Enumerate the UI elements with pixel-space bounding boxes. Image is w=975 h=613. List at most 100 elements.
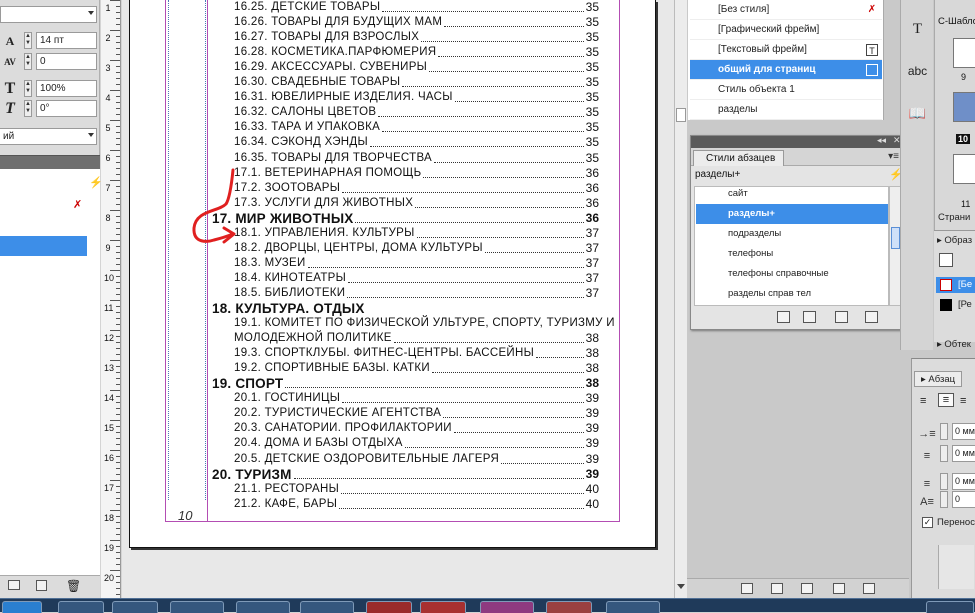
taskbar-app-button[interactable] <box>300 601 354 613</box>
character-styles-icon[interactable]: T <box>905 14 930 44</box>
list-item[interactable] <box>0 236 87 256</box>
toc-entry[interactable]: 20.5. ДЕТСКИЕ ОЗДОРОВИТЕЛЬНЫЕ ЛАГЕРЯ 39 <box>234 452 599 467</box>
language-select[interactable]: ий <box>0 128 97 145</box>
new-style-icon[interactable] <box>36 580 47 591</box>
toc-entry[interactable]: 16.34. СЭКОНД ХЭНДЫ 35 <box>234 135 599 150</box>
clear-overrides-icon[interactable] <box>771 583 783 594</box>
list-item[interactable]: телефоны <box>696 244 888 264</box>
toc-entry[interactable]: 20.2. ТУРИСТИЧЕСКИЕ АГЕНТСТВА 39 <box>234 406 599 421</box>
trash-icon[interactable] <box>865 311 878 323</box>
toc-entry[interactable]: 16.27. ТОВАРЫ ДЛЯ ВЗРОСЛЫХ 35 <box>234 30 599 45</box>
toc-entry[interactable]: 16.30. СВАДЕБНЫЕ ТОВАРЫ 35 <box>234 75 599 90</box>
start-button[interactable] <box>2 601 42 613</box>
list-item[interactable]: [Без стиля] ✗ <box>690 0 882 20</box>
tracking-field[interactable]: 0 <box>36 53 97 70</box>
toc-entry[interactable]: 17.3. УСЛУГИ ДЛЯ ЖИВОТНЫХ 36 <box>234 196 599 211</box>
taskbar-app-button[interactable] <box>480 601 534 613</box>
scroll-down-arrow-icon[interactable] <box>677 584 685 589</box>
left-indent-stepper[interactable] <box>940 423 948 440</box>
toc-entry[interactable]: 19.3. СПОРТКЛУБЫ. ФИТНЕС-ЦЕНТРЫ. БАССЕЙН… <box>234 346 599 361</box>
toc-entry[interactable]: 16.25. ДЕТСКИЕ ТОВАРЫ 35 <box>234 0 599 15</box>
folder-icon[interactable] <box>777 311 790 323</box>
list-item[interactable]: телефоны справочные <box>696 264 888 284</box>
skew-stepper[interactable]: ▲ ▼ <box>24 100 32 117</box>
clear-attributes-icon[interactable] <box>801 583 813 594</box>
folder-icon[interactable] <box>741 583 753 594</box>
text-wrap-title[interactable]: ▸ Обтек <box>937 339 971 350</box>
toc-entry[interactable]: МОЛОДЕЖНОЙ ПОЛИТИКЕ 38 <box>234 331 599 346</box>
page-thumbnail[interactable] <box>953 154 975 184</box>
toc-entry[interactable]: 16.28. КОСМЕТИКА.ПАРФЮМЕРИЯ 35 <box>234 45 599 60</box>
taskbar-app-button[interactable] <box>606 601 660 613</box>
new-style-icon[interactable] <box>835 311 848 323</box>
taskbar-app-button[interactable] <box>236 601 290 613</box>
collapse-icon[interactable]: ◂◂ <box>877 135 886 146</box>
leading-field[interactable]: 14 пт <box>36 32 97 49</box>
taskbar-app-button[interactable] <box>112 601 158 613</box>
spelling-icon[interactable]: abc <box>905 56 930 86</box>
toc-entry[interactable]: 20.3. САНАТОРИИ. ПРОФИЛАКТОРИИ 39 <box>234 421 599 436</box>
scrollbar-thumb[interactable] <box>891 227 900 249</box>
toc-entry[interactable]: 16.26. ТОВАРЫ ДЛЯ БУДУЩИХ МАМ 35 <box>234 15 599 30</box>
trash-icon[interactable] <box>863 583 875 594</box>
list-item[interactable]: разделы+ <box>696 204 888 224</box>
document-vertical-scrollbar[interactable] <box>674 0 687 598</box>
tracking-stepper[interactable]: ▲ ▼ <box>24 53 32 70</box>
toc-entry[interactable]: 20.1. ГОСТИНИЦЫ 39 <box>234 391 599 406</box>
toc-entry[interactable]: 16.31. ЮВЕЛИРНЫЕ ИЗДЕЛИЯ. ЧАСЫ 35 <box>234 90 599 105</box>
toc-entry[interactable]: 16.29. АКСЕССУАРЫ. СУВЕНИРЫ 35 <box>234 60 599 75</box>
align-left-icon[interactable]: ≡ <box>920 395 926 407</box>
page-thumbnail[interactable] <box>953 92 975 122</box>
toc-entry[interactable]: 21.1. РЕСТОРАНЫ 40 <box>234 482 599 497</box>
toc-entry[interactable]: 18.3. МУЗЕИ 37 <box>234 256 599 271</box>
panel-titlebar[interactable]: ◂◂ ✕ <box>691 135 903 148</box>
list-item[interactable]: общий для страниц <box>690 60 882 80</box>
folder-icon[interactable] <box>8 580 20 590</box>
tab-paragraph-styles[interactable]: Стили абзацев <box>693 150 785 166</box>
pages-panel-button[interactable]: Страни <box>938 212 970 223</box>
taskbar-app-button[interactable] <box>420 601 466 613</box>
toc-heading[interactable]: 17. МИР ЖИВОТНЫХ 36 <box>212 211 599 226</box>
toc-heading[interactable]: 18. КУЛЬТУРА. ОТДЫХ <box>212 301 599 316</box>
toc-entry[interactable]: 16.35. ТОВАРЫ ДЛЯ ТВОРЧЕСТВА 35 <box>234 151 599 166</box>
vertical-scale-field[interactable]: 100% <box>36 80 97 97</box>
toc-heading[interactable]: 20. ТУРИЗМ 39 <box>212 467 599 482</box>
panel-menu-icon[interactable]: ▾≡ <box>888 151 899 162</box>
toc-heading[interactable]: 19. СПОРТ 38 <box>212 376 599 391</box>
list-item[interactable]: [Графический фрейм] <box>690 20 882 40</box>
toc-entry[interactable]: 16.33. ТАРА И УПАКОВКА 35 <box>234 120 599 135</box>
list-item[interactable]: разделы <box>690 100 882 120</box>
list-item[interactable]: ✗ <box>0 195 87 215</box>
library-icon[interactable]: 📖 <box>905 100 930 130</box>
align-center-icon[interactable]: ≡ <box>938 393 954 407</box>
list-item[interactable]: [Текстовый фрейм] T <box>690 40 882 60</box>
list-item[interactable]: [Ре <box>936 297 975 313</box>
list-item[interactable]: сайт <box>696 187 888 204</box>
clear-overrides-icon[interactable] <box>803 311 816 323</box>
leading-stepper[interactable]: ▲ ▼ <box>24 32 32 49</box>
toc-entry[interactable]: 18.1. УПРАВЛЕНИЯ. КУЛЬТУРЫ 37 <box>234 226 599 241</box>
scrollbar-thumb[interactable] <box>676 108 686 122</box>
system-tray[interactable] <box>926 601 974 613</box>
paragraph-panel-tab[interactable]: ▸ Абзац <box>914 371 963 387</box>
new-style-icon[interactable] <box>833 583 845 594</box>
toc-entry[interactable]: 17.1. ВЕТЕРИНАРНАЯ ПОМОЩЬ 36 <box>234 166 599 181</box>
taskbar-app-button[interactable] <box>366 601 412 613</box>
drop-cap-stepper[interactable] <box>940 491 948 508</box>
clear-overrides-icon[interactable]: ✗ <box>73 198 82 211</box>
toc-entry[interactable]: 19.1. КОМИТЕТ ПО ФИЗИЧЕСКОЙ УЛЬТУРЕ, СПО… <box>234 316 615 331</box>
vertical-ruler[interactable]: 1 2 3 4 5 6 7 8 9 10 11 12 13 14 15 16 17 18 19 20 <box>101 0 121 598</box>
space-before-field[interactable]: 0 мм <box>952 473 975 490</box>
toc-entry[interactable]: 16.32. САЛОНЫ ЦВЕТОВ 35 <box>234 105 599 120</box>
trash-icon[interactable]: 🗑 <box>66 579 81 593</box>
list-item[interactable]: подразделы <box>696 224 888 244</box>
first-line-indent-stepper[interactable] <box>940 445 948 462</box>
list-item[interactable]: Стиль объекта 1 <box>690 80 882 100</box>
taskbar-app-button[interactable] <box>58 601 104 613</box>
align-right-icon[interactable]: ≡ <box>960 395 966 407</box>
list-item[interactable]: ⚡ <box>0 173 103 193</box>
toc-entry[interactable]: 18.4. КИНОТЕАТРЫ 37 <box>234 271 599 286</box>
toc-entry[interactable]: 20.4. ДОМА И БАЗЫ ОТДЫХА 39 <box>234 436 599 451</box>
toc-entry[interactable]: 18.2. ДВОРЦЫ, ЦЕНТРЫ, ДОМА КУЛЬТУРЫ 37 <box>234 241 599 256</box>
taskbar-app-button[interactable] <box>546 601 592 613</box>
